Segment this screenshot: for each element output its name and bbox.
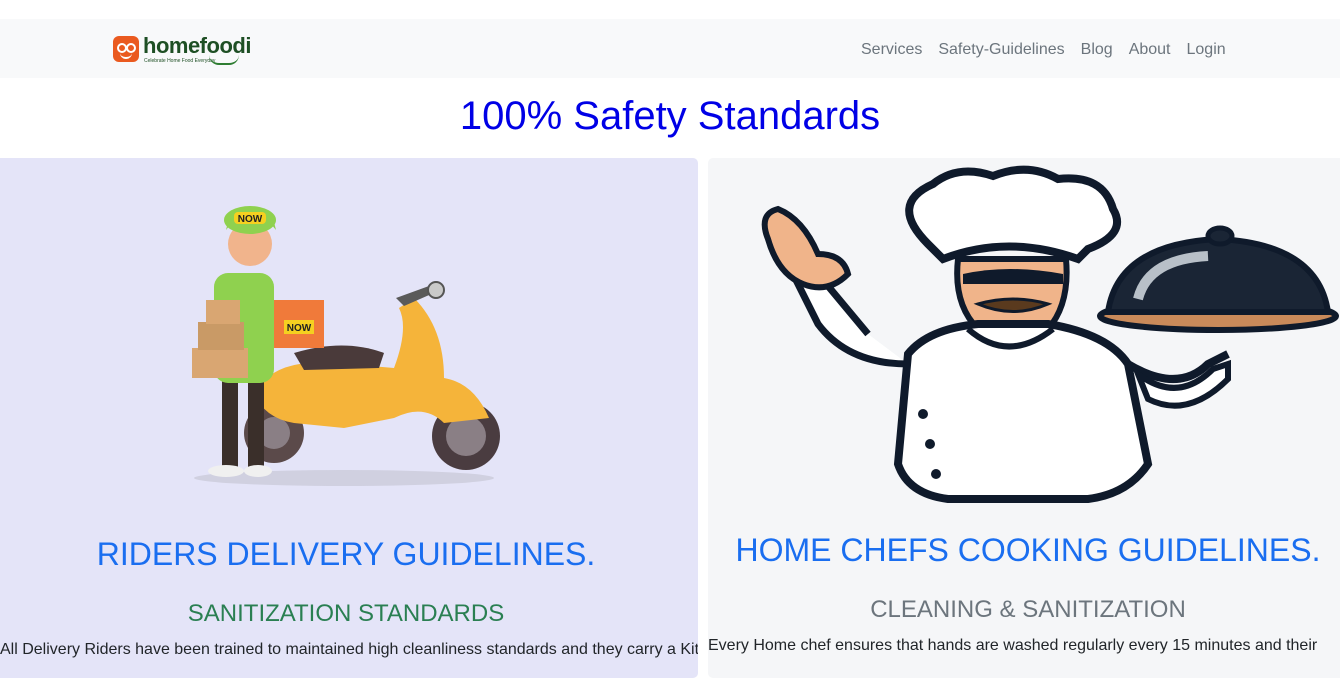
- chef-card-title: HOME CHEFS COOKING GUIDELINES.: [735, 532, 1321, 568]
- rider-cap-badge: NOW: [238, 214, 263, 225]
- rider-card-title: RIDERS DELIVERY GUIDELINES.: [96, 536, 596, 572]
- nav-link-about[interactable]: About: [1129, 39, 1171, 61]
- chef-card-text: Every Home chef ensures that hands are w…: [708, 637, 1318, 654]
- nav-link-services[interactable]: Services: [861, 39, 922, 61]
- nav-link-login[interactable]: Login: [1187, 39, 1226, 61]
- brand-tagline: Celebrate Home Food Everyday: [144, 58, 216, 64]
- brand-logo[interactable]: homefoodi Celebrate Home Food Everyday: [113, 33, 253, 65]
- nav-links: Services Safety-Guidelines Blog About Lo…: [853, 39, 1234, 61]
- nav-link-blog[interactable]: Blog: [1081, 39, 1113, 61]
- chef-guidelines-card: HOME CHEFS COOKING GUIDELINES. CLEANING …: [708, 158, 1340, 678]
- top-navbar: homefoodi Celebrate Home Food Everyday S…: [0, 19, 1340, 78]
- delivery-rider-illustration: NOW NOW: [192, 206, 500, 486]
- chef-illustration: [761, 165, 1339, 503]
- rider-card-text: All Delivery Riders have been trained to…: [0, 641, 698, 658]
- page-title: 100% Safety Standards: [459, 94, 881, 138]
- rider-guidelines-card: NOW NOW RIDERS DELIVERY GUIDELINES. SANI…: [0, 158, 698, 678]
- nav-link-safety-guidelines[interactable]: Safety-Guidelines: [938, 39, 1064, 61]
- rider-card-subtitle: SANITIZATION STANDARDS: [187, 600, 505, 627]
- brand-face-icon: [113, 36, 139, 62]
- chef-card-subtitle: CLEANING & SANITIZATION: [870, 596, 1186, 623]
- brand-swoosh-icon: [209, 55, 239, 65]
- scooter-box-badge: NOW: [287, 323, 312, 334]
